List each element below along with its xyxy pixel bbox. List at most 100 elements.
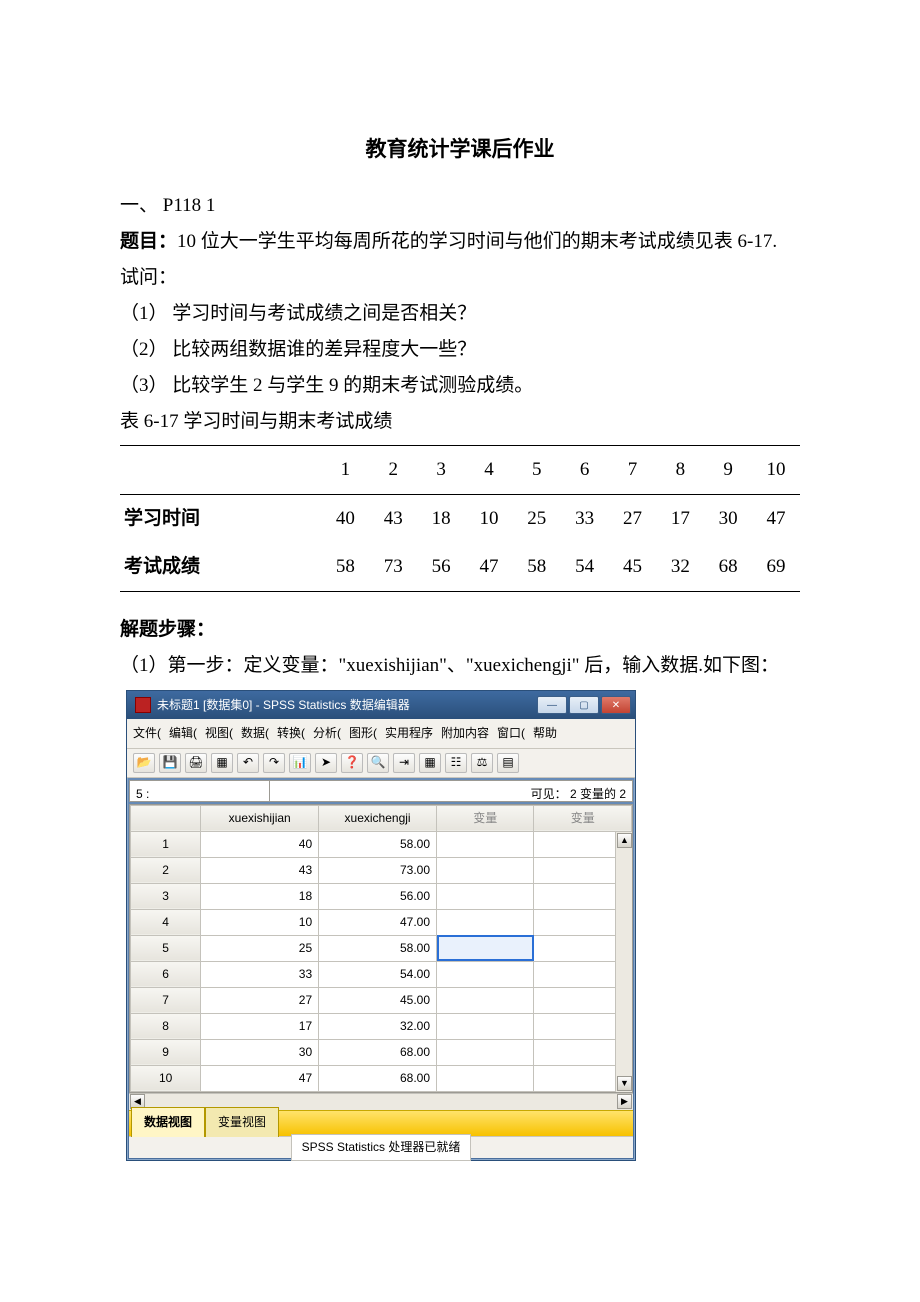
db-icon[interactable]: ▦: [211, 753, 233, 773]
grid-cell[interactable]: 10: [201, 909, 319, 935]
col-header-4[interactable]: 变量: [534, 805, 632, 831]
row-header[interactable]: 10: [131, 1065, 201, 1091]
grid-row: 72745.00: [131, 987, 632, 1013]
value-icon[interactable]: ☷: [445, 753, 467, 773]
menu-graphs[interactable]: 图形(: [349, 722, 377, 745]
grid-cell[interactable]: 58.00: [319, 831, 437, 857]
grid-cell[interactable]: [437, 1013, 534, 1039]
goto-icon[interactable]: ➤: [315, 753, 337, 773]
grid-cell[interactable]: 32.00: [319, 1013, 437, 1039]
step1: （1）第一步：定义变量："xuexishijian"、"xuexichengji…: [120, 648, 800, 684]
chart-icon[interactable]: 📊: [289, 753, 311, 773]
row-header[interactable]: 5: [131, 935, 201, 961]
menu-window[interactable]: 窗口(: [497, 722, 525, 745]
close-button[interactable]: ✕: [601, 696, 631, 714]
col-header-1[interactable]: xuexishijian: [201, 805, 319, 831]
row-header[interactable]: 3: [131, 883, 201, 909]
grid-cell[interactable]: 18: [201, 883, 319, 909]
grid-row: 81732.00: [131, 1013, 632, 1039]
grid-cell[interactable]: 68.00: [319, 1065, 437, 1091]
app-icon: [135, 697, 151, 713]
data-grid: xuexishijian xuexichengji 变量 变量 14058.00…: [129, 804, 633, 1093]
tab-data-view[interactable]: 数据视图: [131, 1107, 205, 1137]
col-5: 5: [513, 445, 561, 494]
grid-cell[interactable]: 30: [201, 1039, 319, 1065]
weight-icon[interactable]: ⚖: [471, 753, 493, 773]
view-tabs: 数据视图 变量视图: [129, 1110, 633, 1136]
menu-file[interactable]: 文件(: [133, 722, 161, 745]
row-header[interactable]: 1: [131, 831, 201, 857]
vertical-scrollbar[interactable]: ▲ ▼: [615, 832, 632, 1092]
grid-cell[interactable]: [437, 961, 534, 987]
grid-cell[interactable]: 54.00: [319, 961, 437, 987]
row-header[interactable]: 9: [131, 1039, 201, 1065]
tab-variable-view[interactable]: 变量视图: [205, 1107, 279, 1137]
menu-transform[interactable]: 转换(: [277, 722, 305, 745]
menu-view[interactable]: 视图(: [205, 722, 233, 745]
minimize-button[interactable]: —: [537, 696, 567, 714]
grid-cell[interactable]: 40: [201, 831, 319, 857]
scroll-up-icon[interactable]: ▲: [617, 833, 632, 848]
status-text: SPSS Statistics 处理器已就绪: [291, 1134, 472, 1161]
col-6: 6: [561, 445, 609, 494]
grid-cell[interactable]: 68.00: [319, 1039, 437, 1065]
maximize-button[interactable]: ▢: [569, 696, 599, 714]
grid-cell[interactable]: [437, 831, 534, 857]
col-header-3[interactable]: 变量: [437, 805, 534, 831]
info-icon[interactable]: ❓: [341, 753, 363, 773]
scroll-right-icon[interactable]: ▶: [617, 1094, 632, 1109]
col-header-2[interactable]: xuexichengji: [319, 805, 437, 831]
doc-title: 教育统计学课后作业: [120, 130, 800, 170]
grid-cell[interactable]: [437, 1065, 534, 1091]
grid-cell[interactable]: 27: [201, 987, 319, 1013]
q3: （3） 比较学生 2 与学生 9 的期末考试测验成绩。: [120, 368, 800, 404]
grid-cell[interactable]: [437, 935, 534, 961]
menu-edit[interactable]: 编辑(: [169, 722, 197, 745]
grid-cell[interactable]: [437, 1039, 534, 1065]
col-1: 1: [322, 445, 370, 494]
row-header[interactable]: 7: [131, 987, 201, 1013]
grid-cell[interactable]: 56.00: [319, 883, 437, 909]
row1-label: 学习时间: [120, 494, 322, 543]
menu-help[interactable]: 帮助: [533, 722, 557, 745]
grid-cell[interactable]: [437, 883, 534, 909]
redo-icon[interactable]: ↷: [263, 753, 285, 773]
row-header[interactable]: 8: [131, 1013, 201, 1039]
grid-cell[interactable]: [437, 857, 534, 883]
grid-cell[interactable]: 17: [201, 1013, 319, 1039]
grid-cell[interactable]: 45.00: [319, 987, 437, 1013]
grid-cell[interactable]: 43: [201, 857, 319, 883]
grid-cell[interactable]: 25: [201, 935, 319, 961]
save-icon[interactable]: 💾: [159, 753, 181, 773]
select-icon[interactable]: ▤: [497, 753, 519, 773]
scroll-down-icon[interactable]: ▼: [617, 1076, 632, 1091]
grid-cell[interactable]: 33: [201, 961, 319, 987]
row-header[interactable]: 4: [131, 909, 201, 935]
menu-addons[interactable]: 附加内容: [441, 722, 489, 745]
q1: （1） 学习时间与考试成绩之间是否相关？: [120, 296, 800, 332]
row-header[interactable]: 6: [131, 961, 201, 987]
window-title: 未标题1 [数据集0] - SPSS Statistics 数据编辑器: [157, 694, 535, 717]
name-box[interactable]: 5 :: [130, 781, 270, 801]
row-header[interactable]: 2: [131, 857, 201, 883]
titlebar: 未标题1 [数据集0] - SPSS Statistics 数据编辑器 — ▢ …: [127, 691, 635, 719]
menu-utilities[interactable]: 实用程序: [385, 722, 433, 745]
question-line: 题目：10 位大一学生平均每周所花的学习时间与他们的期末考试成绩见表 6-17.: [120, 224, 800, 260]
find-icon[interactable]: 🔍: [367, 753, 389, 773]
print-icon[interactable]: 🖨: [185, 753, 207, 773]
grid-cell[interactable]: 58.00: [319, 935, 437, 961]
undo-icon[interactable]: ↶: [237, 753, 259, 773]
grid-row: 93068.00: [131, 1039, 632, 1065]
grid-cell[interactable]: 47.00: [319, 909, 437, 935]
open-icon[interactable]: 📂: [133, 753, 155, 773]
grid-cell[interactable]: [437, 909, 534, 935]
insert-icon[interactable]: ⇥: [393, 753, 415, 773]
vars-icon[interactable]: ▦: [419, 753, 441, 773]
grid-cell[interactable]: 73.00: [319, 857, 437, 883]
grid-cell[interactable]: [437, 987, 534, 1013]
grid-row: 104768.00: [131, 1065, 632, 1091]
menu-data[interactable]: 数据(: [241, 722, 269, 745]
grid-cell[interactable]: 47: [201, 1065, 319, 1091]
grid-row: 31856.00: [131, 883, 632, 909]
menu-analyze[interactable]: 分析(: [313, 722, 341, 745]
